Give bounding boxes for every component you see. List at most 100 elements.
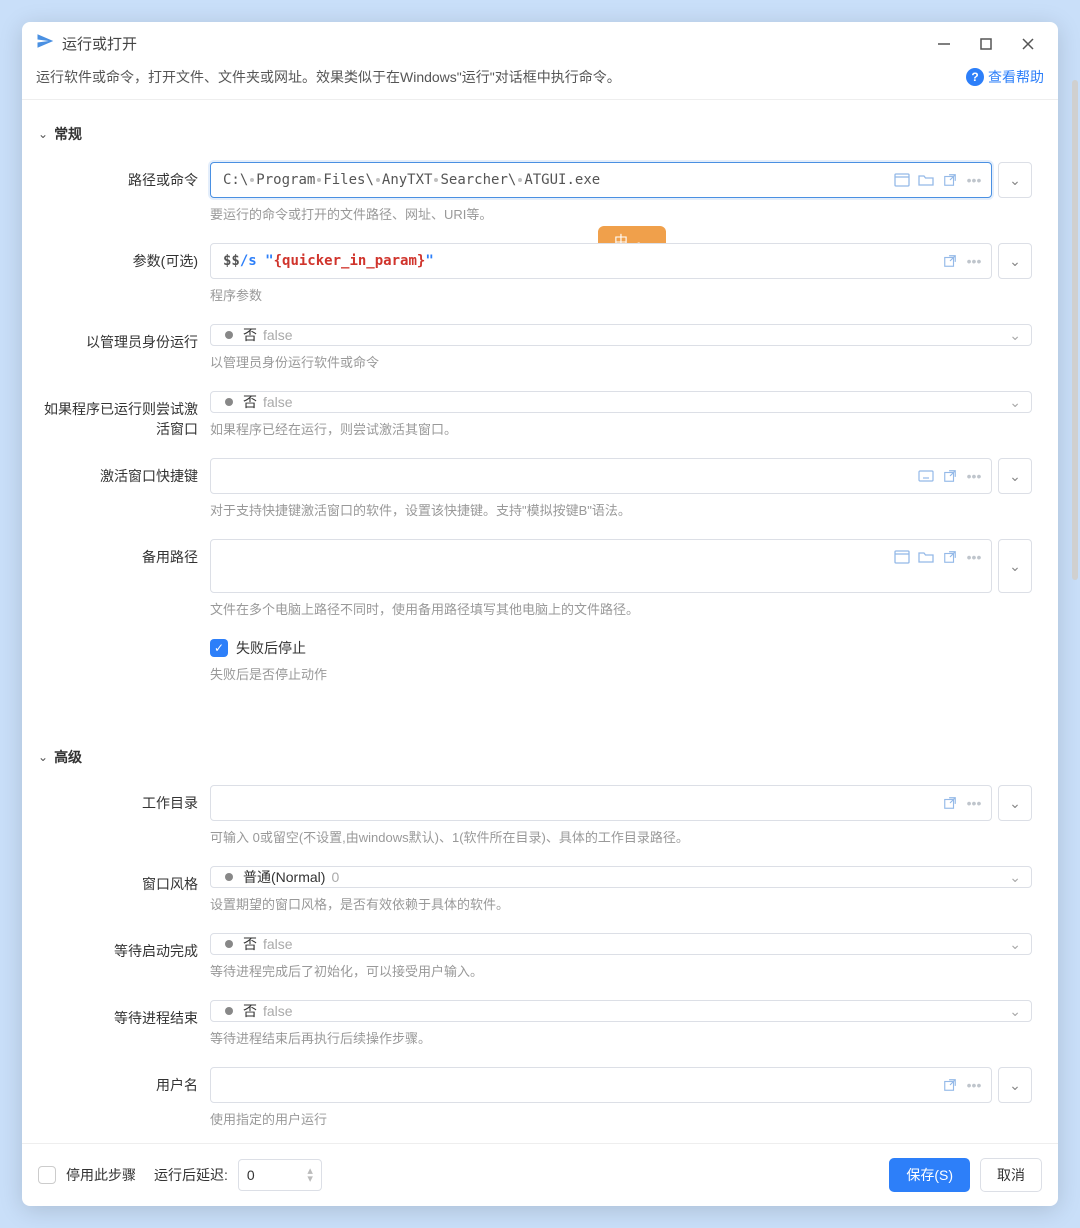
params-input[interactable]: $$/s "{quicker_in_param}" ••• (210, 243, 992, 279)
more-icon[interactable]: ••• (965, 794, 983, 812)
params-dropdown[interactable]: ⌄ (998, 243, 1032, 279)
waitstart-value: 否 (243, 936, 257, 952)
chevron-down-icon: ⌄ (38, 750, 48, 764)
activate-select[interactable]: 否false ⌄ (210, 391, 1032, 413)
helper-waitend: 等待进程结束后再执行后续操作步骤。 (210, 1028, 1032, 1047)
cancel-button[interactable]: 取消 (980, 1158, 1042, 1192)
keyboard-icon[interactable] (917, 467, 935, 485)
row-username: 用户名 ••• ⌄ 使用指定的用户运行 (38, 1067, 1032, 1143)
helper-workdir: 可输入 0或留空(不设置,由windows默认)、1(软件所在目录)、具体的工作… (210, 827, 1032, 846)
more-icon[interactable]: ••• (965, 467, 983, 485)
footer: 停用此步骤 运行后延迟: 0 ▴▾ 保存(S) 取消 (22, 1143, 1058, 1206)
spinner-icon[interactable]: ▴▾ (307, 1167, 313, 1183)
close-button[interactable] (1020, 36, 1036, 52)
row-activate: 如果程序已运行则尝试激活窗口 否false ⌄ 如果程序已经在运行，则尝试激活其… (38, 391, 1032, 454)
label-activate: 如果程序已运行则尝试激活窗口 (38, 391, 210, 454)
activate-value: 否 (243, 394, 257, 410)
row-backup: 备用路径 ••• ⌄ 文件在多个电脑上路径不同时，使用备用路径填写其他电脑 (38, 539, 1032, 634)
hotkey-dropdown[interactable]: ⌄ (998, 458, 1032, 494)
external-link-icon[interactable] (941, 252, 959, 270)
save-button[interactable]: 保存(S) (889, 1158, 970, 1192)
window-title: 运行或打开 (62, 33, 936, 54)
stop-on-fail-label: 失败后停止 (236, 638, 306, 658)
external-link-icon[interactable] (941, 548, 959, 566)
browse-window-icon[interactable] (893, 171, 911, 189)
bullet-icon (225, 873, 233, 881)
waitend-suffix: false (263, 1003, 293, 1019)
more-icon[interactable]: ••• (965, 252, 983, 270)
external-link-icon[interactable] (941, 171, 959, 189)
more-icon[interactable]: ••• (965, 548, 983, 566)
winstyle-value: 普通(Normal) (243, 869, 325, 885)
app-icon (36, 32, 54, 55)
runas-select[interactable]: 否false ⌄ (210, 324, 1032, 346)
row-hotkey: 激活窗口快捷键 ••• ⌄ 对于支持快捷键激活窗口的软件，设置该快捷键。支持"模… (38, 458, 1032, 535)
minimize-button[interactable] (936, 36, 952, 52)
bullet-icon (225, 398, 233, 406)
delay-input[interactable]: 0 ▴▾ (238, 1159, 322, 1191)
label-hotkey: 激活窗口快捷键 (38, 458, 210, 535)
more-icon[interactable]: ••• (965, 1076, 983, 1094)
help-link[interactable]: ? 查看帮助 (966, 67, 1044, 87)
backup-input[interactable]: ••• (210, 539, 992, 593)
waitstart-select[interactable]: 否 false ⌄ (210, 933, 1032, 955)
waitstart-suffix: false (263, 936, 293, 952)
helper-stoponfail: 失败后是否停止动作 (210, 664, 1032, 683)
username-input[interactable]: ••• (210, 1067, 992, 1103)
winstyle-suffix: 0 (331, 869, 339, 885)
bullet-icon (225, 1007, 233, 1015)
path-dropdown[interactable]: ⌄ (998, 162, 1032, 198)
chevron-down-icon: ⌄ (38, 127, 48, 141)
chevron-down-icon: ⌄ (1009, 936, 1021, 953)
path-value: C:\ProgramFiles\AnyTXTSearcher\ATGUI.exe (223, 172, 893, 188)
external-link-icon[interactable] (941, 1076, 959, 1094)
params-value: $$/s "{quicker_in_param}" (223, 253, 941, 269)
chevron-down-icon: ⌄ (1009, 869, 1021, 886)
waitend-select[interactable]: 否false ⌄ (210, 1000, 1032, 1022)
label-workdir: 工作目录 (38, 785, 210, 862)
folder-icon[interactable] (917, 171, 935, 189)
runas-value: 否 (243, 327, 257, 343)
window-controls (936, 36, 1044, 52)
folder-icon[interactable] (917, 548, 935, 566)
label-backup: 备用路径 (38, 539, 210, 634)
delay-value: 0 (247, 1167, 255, 1183)
helper-winstyle: 设置期望的窗口风格，是否有效依赖于具体的软件。 (210, 894, 1032, 913)
workdir-dropdown[interactable]: ⌄ (998, 785, 1032, 821)
section-advanced-title: 高级 (54, 747, 82, 767)
helper-params: 程序参数 (210, 285, 1032, 304)
label-runas: 以管理员身份运行 (38, 324, 210, 387)
section-general-header[interactable]: ⌄ 常规 (38, 124, 1032, 144)
label-waitstart: 等待启动完成 (38, 933, 210, 996)
path-input[interactable]: C:\ProgramFiles\AnyTXTSearcher\ATGUI.exe… (210, 162, 992, 198)
row-waitstart: 等待启动完成 否 false ⌄ 等待进程完成后了初始化，可以接受用户输入。 (38, 933, 1032, 996)
stop-on-fail-checkbox[interactable]: ✓ (210, 639, 228, 657)
row-waitend: 等待进程结束 否false ⌄ 等待进程结束后再执行后续操作步骤。 (38, 1000, 1032, 1063)
row-workdir: 工作目录 ••• ⌄ 可输入 0或留空(不设置,由windows默认)、1(软件… (38, 785, 1032, 862)
row-path: 路径或命令 C:\ProgramFiles\AnyTXTSearcher\ATG… (38, 162, 1032, 239)
hotkey-input[interactable]: ••• (210, 458, 992, 494)
disable-step-checkbox[interactable] (38, 1166, 56, 1184)
more-icon[interactable]: ••• (965, 171, 983, 189)
workdir-input[interactable]: ••• (210, 785, 992, 821)
helper-runas: 以管理员身份运行软件或命令 (210, 352, 1032, 371)
label-winstyle: 窗口风格 (38, 866, 210, 929)
delay-label: 运行后延迟: (154, 1165, 228, 1185)
disable-step-label: 停用此步骤 (66, 1165, 136, 1185)
external-link-icon[interactable] (941, 467, 959, 485)
external-link-icon[interactable] (941, 794, 959, 812)
chevron-down-icon: ⌄ (1009, 327, 1021, 344)
titlebar: 运行或打开 (22, 22, 1058, 61)
maximize-button[interactable] (978, 36, 994, 52)
section-advanced-header[interactable]: ⌄ 高级 (38, 747, 1032, 767)
row-stoponfail: ✓ 失败后停止 失败后是否停止动作 (38, 638, 1032, 699)
helper-username: 使用指定的用户运行 (210, 1109, 1032, 1128)
content-area: 中 。 ⌄ 常规 路径或命令 C:\ProgramFiles\AnyTXTSea… (22, 100, 1058, 1143)
row-params: 参数(可选) $$/s "{quicker_in_param}" ••• ⌄ 程… (38, 243, 1032, 320)
browse-window-icon[interactable] (893, 548, 911, 566)
username-dropdown[interactable]: ⌄ (998, 1067, 1032, 1103)
winstyle-select[interactable]: 普通(Normal) 0 ⌄ (210, 866, 1032, 888)
backup-dropdown[interactable]: ⌄ (998, 539, 1032, 593)
helper-waitstart: 等待进程完成后了初始化，可以接受用户输入。 (210, 961, 1032, 980)
help-icon: ? (966, 68, 984, 86)
